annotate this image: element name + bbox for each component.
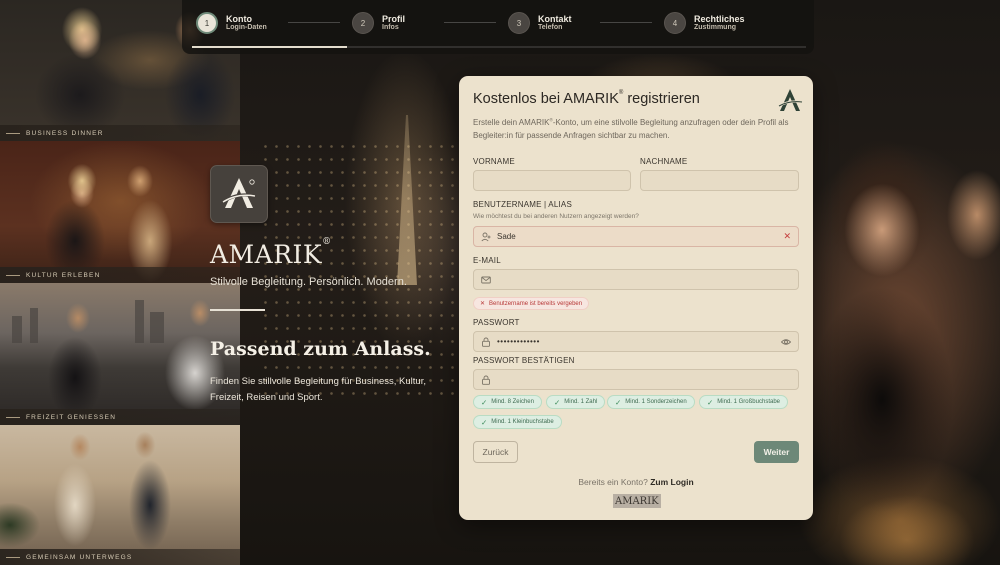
background-couple xyxy=(812,70,1000,565)
gallery-caption-text: GEMEINSAM UNTERWEGS xyxy=(26,553,133,561)
gallery-caption: FREIZEIT GENIESSEN xyxy=(0,409,240,425)
email-field[interactable] xyxy=(473,269,799,290)
step-subtitle: Login-Daten xyxy=(226,24,267,32)
step-number: 3 xyxy=(508,12,530,34)
lastname-field[interactable] xyxy=(640,170,799,191)
username-error-text: Benutzername ist bereits vergeben xyxy=(489,300,583,307)
password-requirement: ✓ Mind. 1 Kleinbuchstabe xyxy=(473,415,562,429)
city-lights xyxy=(260,140,460,400)
gallery-caption-text: KULTUR ERLEBEN xyxy=(26,271,101,279)
gallery-panel: FREIZEIT GENIESSEN xyxy=(0,283,240,425)
step-profil[interactable]: 2 Profil Infos xyxy=(352,12,405,34)
amarik-logo-icon xyxy=(210,165,268,223)
gallery-panel: GEMEINSAM UNTERWEGS xyxy=(0,425,240,565)
lock-icon xyxy=(481,337,491,347)
brand-registered-mark: ® xyxy=(322,236,332,247)
requirement-text: Mind. 8 Zeichen xyxy=(491,399,534,405)
form-title-suffix: registrieren xyxy=(623,91,700,107)
brand-tagline: Stilvolle Begleitung. Persönlich. Modern… xyxy=(210,276,407,288)
firstname-label: VORNAME xyxy=(473,157,515,166)
step-rechtliches[interactable]: 4 Rechtliches Zustimmung xyxy=(664,12,745,34)
gallery-caption-text: FREIZEIT GENIESSEN xyxy=(26,413,117,421)
stepper-progress xyxy=(192,46,347,48)
check-icon: ✓ xyxy=(707,397,714,407)
firstname-field[interactable] xyxy=(473,170,631,191)
registration-stepper: 1 Konto Login-Daten 2 Profil Infos 3 Konta… xyxy=(182,0,814,54)
password-requirement: ✓ Mind. 1 Großbuchstabe xyxy=(699,395,788,409)
step-number: 1 xyxy=(196,12,218,34)
username-value: Sade xyxy=(497,232,516,241)
form-intro: Erstelle dein AMARIK®-Konto, um eine sti… xyxy=(473,116,793,142)
form-title: Kostenlos bei AMARIK® registrieren xyxy=(473,90,700,107)
lock-icon xyxy=(481,375,491,385)
gallery-caption: GEMEINSAM UNTERWEGS xyxy=(0,549,240,565)
step-title: Kontakt xyxy=(538,13,572,24)
divider xyxy=(210,309,265,311)
gallery-caption: KULTUR ERLEBEN xyxy=(0,267,240,283)
step-connector xyxy=(444,22,496,23)
username-label: BENUTZERNAME | ALIAS xyxy=(473,200,572,209)
close-icon[interactable]: ✕ xyxy=(783,232,791,241)
eye-icon[interactable] xyxy=(781,337,791,347)
requirement-text: Mind. 1 Sonderzeichen xyxy=(625,399,687,405)
step-number: 2 xyxy=(352,12,374,34)
form-title-text: Kostenlos bei AMARIK xyxy=(473,91,619,107)
password-requirement: ✓ Mind. 1 Sonderzeichen xyxy=(607,395,695,409)
step-subtitle: Telefon xyxy=(538,24,563,32)
step-connector xyxy=(600,22,652,23)
login-link[interactable]: Zum Login xyxy=(650,477,693,487)
user-icon xyxy=(481,232,491,242)
registration-card: Kostenlos bei AMARIK® registrieren Erste… xyxy=(459,76,813,520)
next-button[interactable]: Weiter xyxy=(754,441,799,463)
brand-description: Finden Sie stillvolle Begleitung für Bus… xyxy=(210,376,426,403)
footer-logo: AMARIK xyxy=(613,494,661,508)
requirement-text: Mind. 1 Zahl xyxy=(564,399,598,405)
password-requirement: ✓ Mind. 8 Zeichen xyxy=(473,395,542,409)
brand-name-text: AMARIK xyxy=(210,240,323,269)
email-label: E-MAIL xyxy=(473,256,501,265)
intro-text-a: Erstelle dein AMARIK xyxy=(473,118,550,127)
step-kontakt[interactable]: 3 Kontakt Telefon xyxy=(508,12,572,34)
username-field[interactable]: Sade ✕ xyxy=(473,226,799,247)
gallery-strip: BUSINESS DINNER KULTUR ERLEBEN FREIZEIT … xyxy=(0,0,240,565)
requirement-text: Mind. 1 Großbuchstabe xyxy=(717,399,780,405)
password-confirm-field[interactable] xyxy=(473,369,799,390)
check-icon: ✓ xyxy=(615,397,622,407)
back-button[interactable]: Zurück xyxy=(473,441,518,463)
lastname-label: NACHNAME xyxy=(640,157,688,166)
step-title: Rechtliches xyxy=(694,13,745,24)
gallery-panel: KULTUR ERLEBEN xyxy=(0,141,240,283)
username-error: ✕ Benutzername ist bereits vergeben xyxy=(473,297,590,310)
requirement-text: Mind. 1 Kleinbuchstabe xyxy=(491,419,554,425)
check-icon: ✓ xyxy=(481,417,488,427)
password-field[interactable]: ••••••••••••• xyxy=(473,331,799,352)
step-connector xyxy=(288,22,340,23)
password-requirement: ✓ Mind. 1 Zahl xyxy=(546,395,606,409)
gallery-photo xyxy=(0,141,240,283)
brand-headline: Passend zum Anlass. xyxy=(210,338,431,360)
amarik-logo-icon xyxy=(777,87,803,113)
step-subtitle: Zustimmung xyxy=(694,24,736,32)
password-confirm-label: PASSWORT BESTÄTIGEN xyxy=(473,356,575,365)
mail-icon xyxy=(481,275,491,285)
check-icon: ✓ xyxy=(554,397,561,407)
gallery-photo xyxy=(0,425,240,565)
password-label: PASSWORT xyxy=(473,318,520,327)
username-hint: Wie möchtest du bei anderen Nutzern ange… xyxy=(473,213,639,220)
brand-name: AMARIK® xyxy=(210,236,332,269)
error-x-icon: ✕ xyxy=(480,301,486,307)
form-title-reg: ® xyxy=(618,90,624,97)
step-number: 4 xyxy=(664,12,686,34)
skyline xyxy=(0,298,240,343)
step-title: Profil xyxy=(382,13,406,24)
step-konto[interactable]: 1 Konto Login-Daten xyxy=(196,12,267,34)
login-prompt: Bereits ein Konto? Zum Login xyxy=(459,477,813,487)
password-value: ••••••••••••• xyxy=(497,337,540,346)
step-subtitle: Infos xyxy=(382,24,399,32)
check-icon: ✓ xyxy=(481,397,488,407)
step-title: Konto xyxy=(226,13,252,24)
gallery-caption-text: BUSINESS DINNER xyxy=(26,129,104,137)
gallery-caption: BUSINESS DINNER xyxy=(0,125,240,141)
login-prompt-text: Bereits ein Konto? xyxy=(578,477,648,487)
